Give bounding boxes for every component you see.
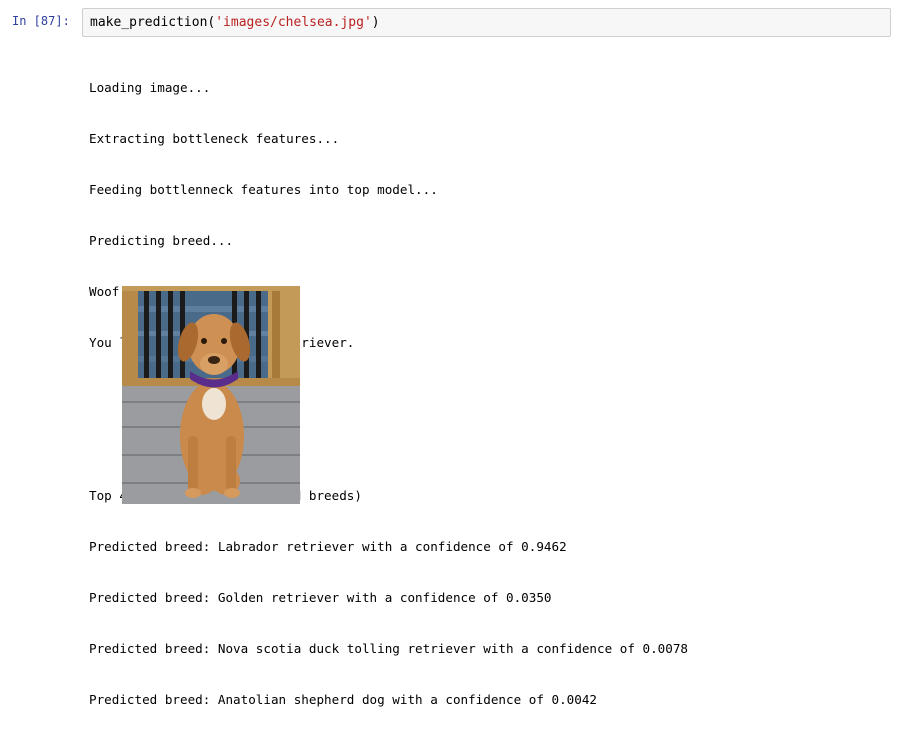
- input-prompt: In [87]:: [12, 14, 70, 28]
- notebook-cell: In [87]: make_prediction('images/chelsea…: [0, 0, 902, 707]
- prediction-line: Predicted breed: Golden retriever with a…: [89, 590, 552, 605]
- output-line: Extracting bottleneck features...: [89, 131, 340, 146]
- dog-photo: [122, 286, 300, 504]
- output-line: Feeding bottlenneck features into top mo…: [89, 182, 438, 197]
- code-input[interactable]: make_prediction('images/chelsea.jpg'): [82, 8, 891, 37]
- prediction-line: Predicted breed: Anatolian shepherd dog …: [89, 692, 597, 707]
- output-line: Loading image...: [89, 80, 211, 95]
- output-line: Predicting breed...: [89, 233, 234, 248]
- code-string-arg: 'images/chelsea.jpg': [215, 15, 372, 30]
- code-line: make_prediction('images/chelsea.jpg'): [90, 15, 380, 30]
- prediction-line: Predicted breed: Nova scotia duck tollin…: [89, 641, 688, 656]
- code-function: make_prediction(: [90, 15, 216, 30]
- code-close-paren: ): [371, 15, 380, 30]
- prediction-line: Predicted breed: Labrador retriever with…: [89, 539, 567, 554]
